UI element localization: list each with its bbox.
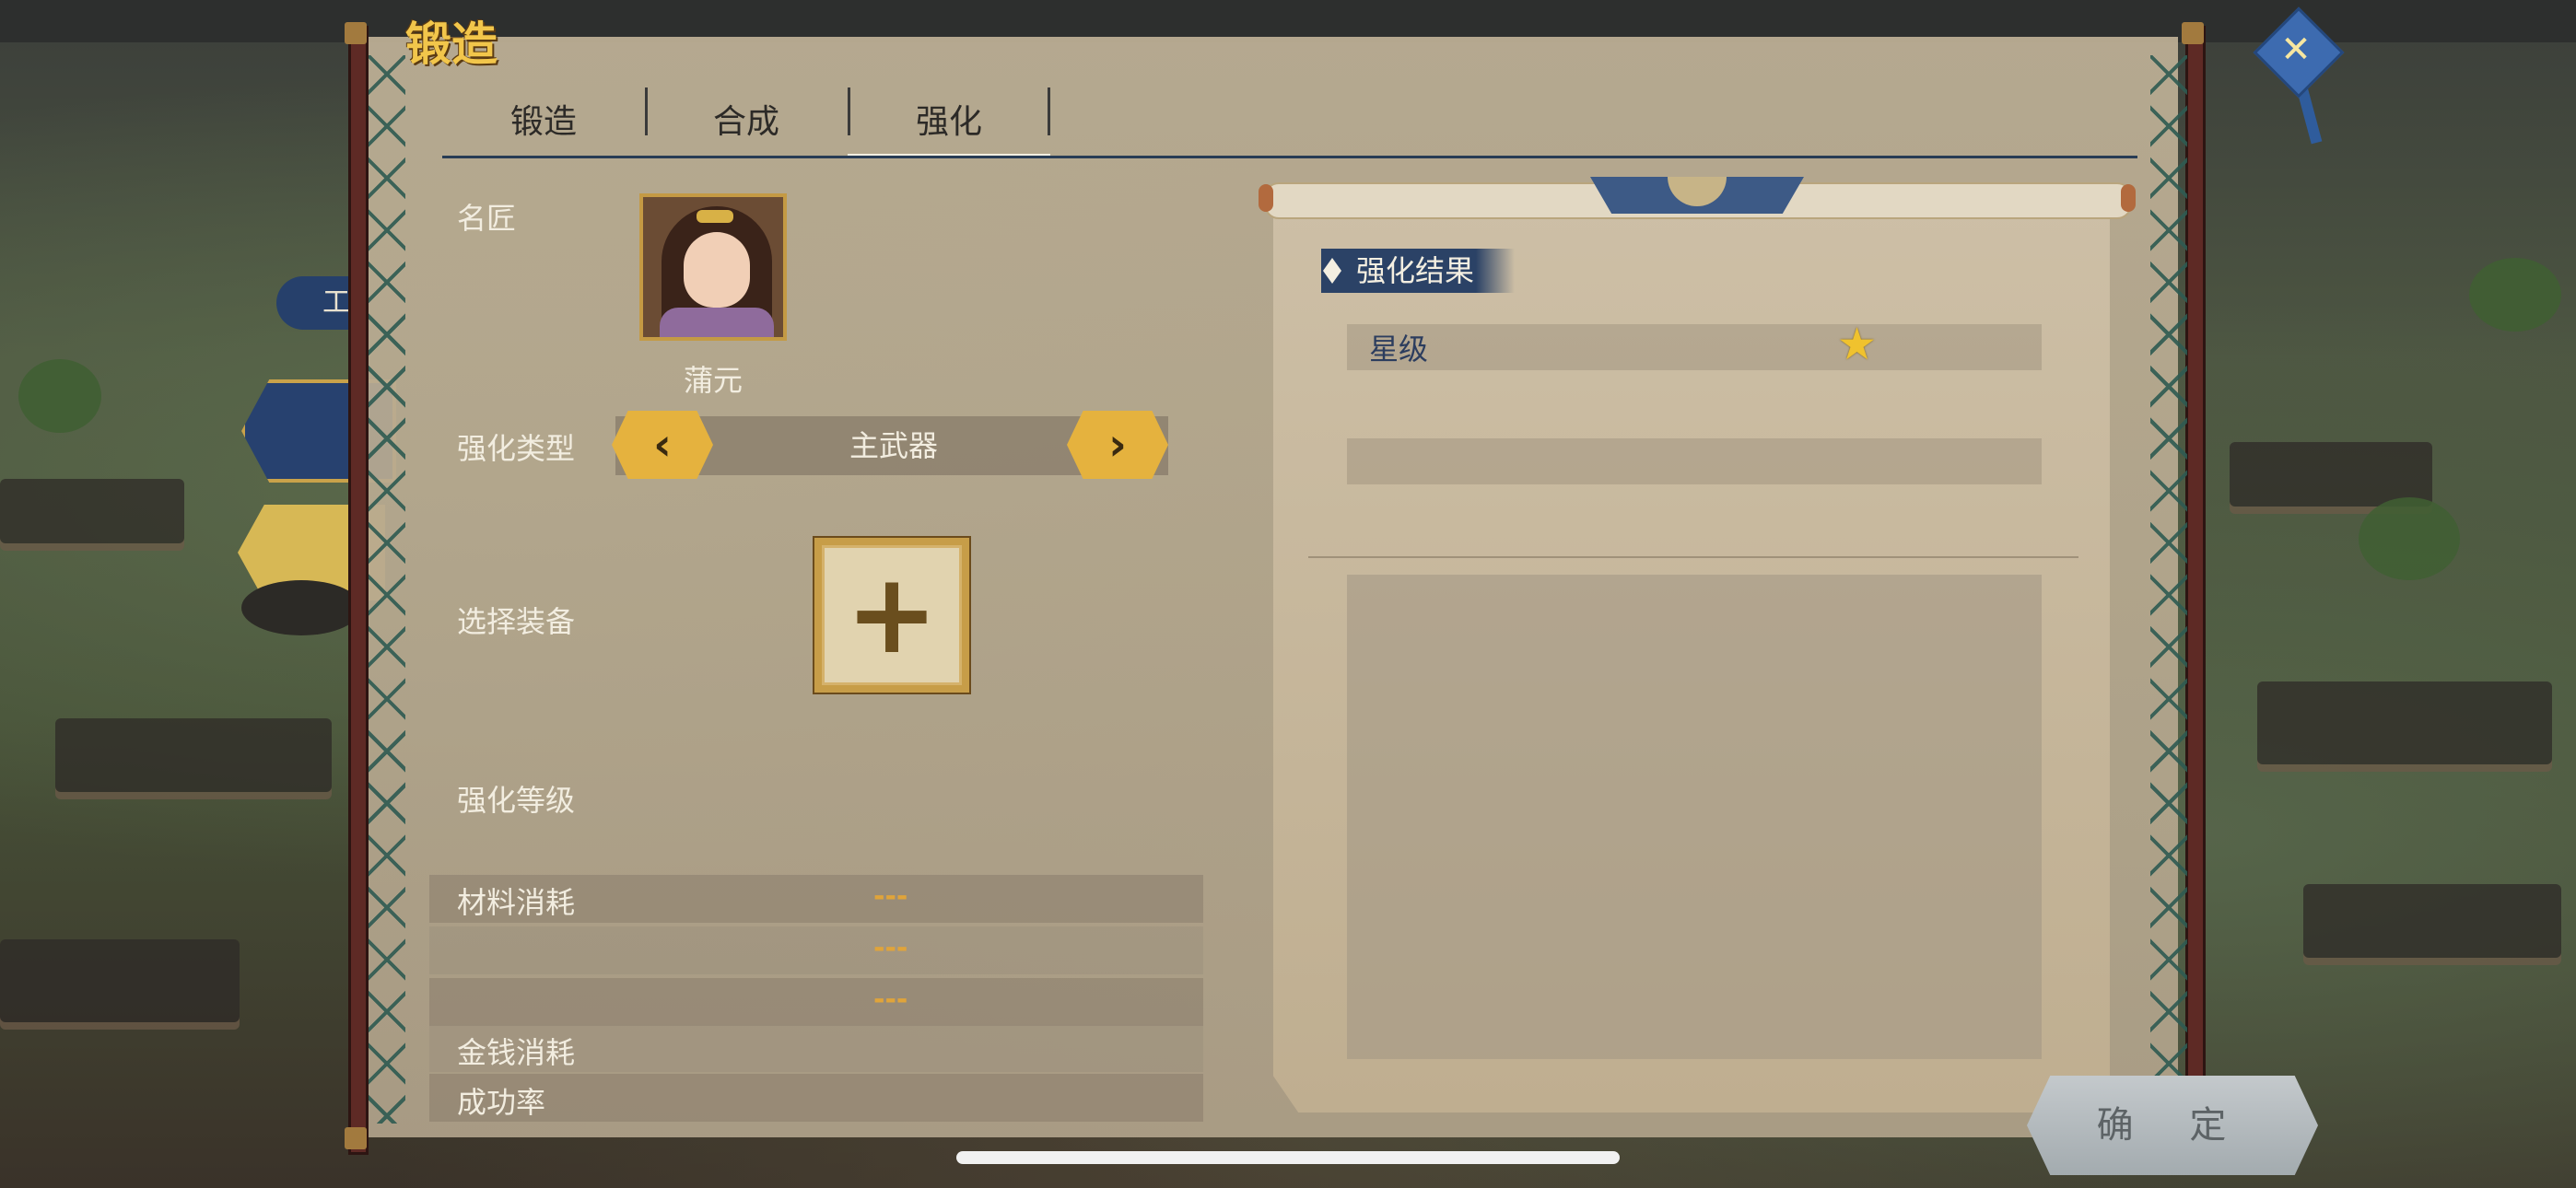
material-row: [429, 978, 1203, 1026]
background-tree: [2469, 258, 2561, 332]
scroll-knob: [2121, 184, 2136, 212]
tab-enhance[interactable]: 强化: [848, 87, 1050, 157]
select-equipment-label: 选择装备: [457, 604, 576, 639]
result-row: [1347, 438, 2042, 484]
enhance-type-value: 主武器: [849, 428, 938, 463]
success-rate-label: 成功率: [457, 1085, 546, 1120]
star-row: [1347, 324, 2042, 370]
right-rope-border: [2150, 55, 2187, 1124]
tab-underline: [442, 156, 2137, 158]
window-title: 锻造: [405, 17, 498, 71]
background-tree: [18, 359, 101, 433]
background-building: [2303, 884, 2561, 958]
craftsman-label: 名匠: [457, 201, 517, 236]
money-cost-label: 金钱消耗: [457, 1035, 576, 1070]
next-type-button[interactable]: ›: [1067, 411, 1168, 479]
home-indicator[interactable]: [956, 1151, 1620, 1164]
right-rail: [2185, 26, 2206, 1155]
result-detail-box: [1347, 575, 2042, 1059]
close-icon[interactable]: ✕: [2266, 20, 2325, 79]
plus-icon: +: [822, 545, 962, 685]
craftsman-portrait[interactable]: [639, 193, 787, 341]
material-value: ---: [873, 984, 908, 1016]
confirm-button[interactable]: 确 定: [2027, 1076, 2318, 1175]
portrait-face: [684, 232, 750, 308]
result-divider: [1308, 556, 2078, 558]
material-value: ---: [873, 880, 908, 913]
star-icon: ★: [1837, 319, 1878, 370]
background-building: [0, 939, 240, 1022]
material-cost-label: 材料消耗: [457, 885, 576, 920]
portrait-robe: [660, 308, 774, 337]
craftsman-name: 蒲元: [683, 363, 743, 398]
enhance-type-label: 强化类型: [457, 431, 576, 466]
tab-combine[interactable]: 合成: [645, 87, 848, 157]
prev-type-button[interactable]: ‹: [612, 411, 713, 479]
rail-cap: [345, 22, 367, 44]
background-tree: [2359, 497, 2460, 580]
left-rope-border: [369, 55, 405, 1124]
background-building: [2257, 681, 2552, 764]
left-rail: [348, 26, 369, 1155]
side-ornament: [241, 580, 361, 635]
tab-bar: 锻造 合成 强化: [442, 87, 1050, 157]
rail-cap: [2182, 22, 2204, 44]
material-value: ---: [873, 932, 908, 964]
side-tab-label[interactable]: 工: [276, 276, 359, 330]
background-building: [0, 479, 184, 543]
star-level-label: 星级: [1369, 332, 1429, 367]
material-row: [429, 926, 1203, 974]
add-equipment-button[interactable]: +: [813, 536, 971, 694]
enhance-level-label: 强化等级: [457, 783, 576, 818]
portrait-hairpin: [697, 210, 733, 223]
result-heading: 强化结果: [1321, 249, 1515, 293]
tab-forge[interactable]: 锻造: [442, 87, 645, 157]
rail-cap: [345, 1127, 367, 1149]
scroll-knob: [1259, 184, 1273, 212]
background-building: [55, 718, 332, 792]
